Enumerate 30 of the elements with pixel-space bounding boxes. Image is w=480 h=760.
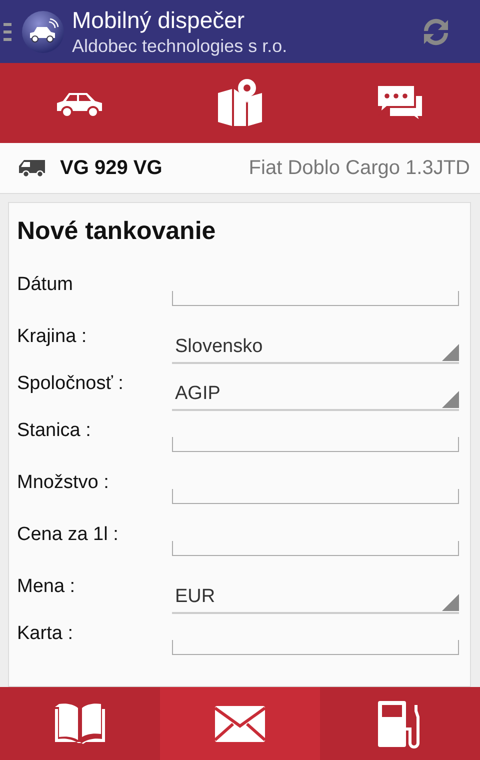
car-logo-icon [21,10,65,54]
field-label: Cena za 1l : [17,523,120,546]
dropdown-arrow-icon [442,344,459,361]
map-pin-icon[interactable] [217,79,263,127]
envelope-icon [215,706,265,742]
field-label: Mena : [17,575,76,598]
company-name: Aldobec technologies s r.o. [72,34,288,58]
input-field[interactable] [172,291,459,306]
dropdown-field[interactable]: Slovensko [172,332,459,364]
field-label: Množstvo : [17,471,110,494]
dropdown-arrow-icon [442,594,459,611]
field-label: Stanica : [17,419,92,442]
input-field[interactable] [172,489,459,504]
book-icon [54,702,106,744]
field-label: Dátum [17,273,74,296]
form-title: Nové tankovanie [17,217,217,246]
input-field[interactable] [172,541,459,556]
van-icon [18,158,48,178]
input-field[interactable] [172,437,459,452]
nav-tab[interactable] [160,687,320,760]
field-label: Spoločnosť : [17,372,124,395]
license-plate: VG 929 VG [60,156,162,180]
dropdown-field[interactable]: AGIP [172,379,459,411]
field-label: Karta : [17,622,74,645]
field-label: Krajina : [17,325,88,348]
vehicle-model: Fiat Doblo Cargo 1.3JTD [248,156,470,180]
dropdown-field[interactable]: EUR [172,582,459,614]
dropdown-arrow-icon [442,391,459,408]
app-title: Mobilný dispečer [72,6,246,34]
input-field[interactable] [172,640,459,655]
